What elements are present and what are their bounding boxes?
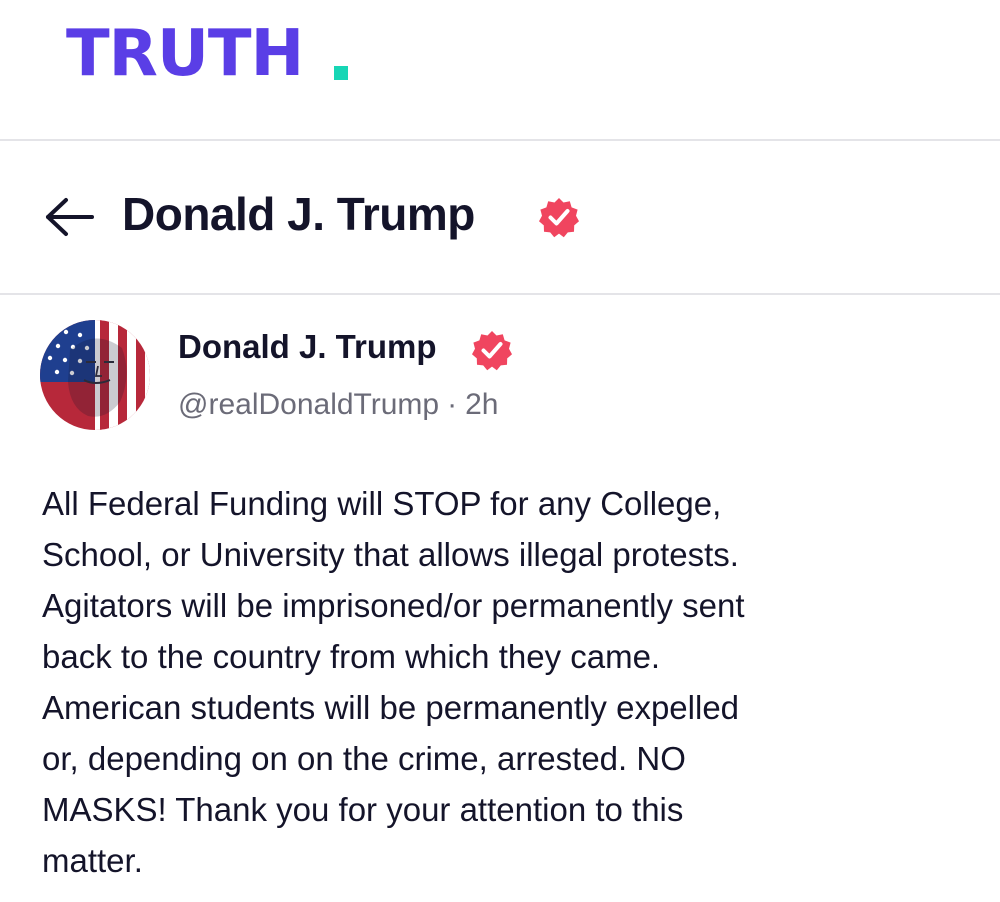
brand-bar: TRUTH — [0, 0, 1000, 139]
flag-portrait-avatar[interactable] — [40, 320, 150, 430]
post-text-line: American students will be permanently ex… — [42, 689, 740, 726]
truth-logo-dot — [334, 66, 348, 80]
verified-badge-icon — [539, 198, 579, 238]
meta-separator: · — [447, 388, 458, 421]
post-text-line: All Federal Funding will STOP for any Co… — [42, 485, 722, 522]
post[interactable]: Donald J. Trump @realDonaldTrump · 2h All … — [0, 295, 1000, 902]
avatar-image — [40, 320, 150, 430]
truth-social-screen: TRUTH Donald J. Trump Donald J. Trump @r… — [0, 0, 1000, 902]
author-handle[interactable]: @realDonaldTrump — [178, 388, 439, 421]
page-title: Donald J. Trump — [122, 188, 475, 240]
post-text-line: or, depending on on the crime, arrested.… — [42, 740, 686, 777]
post-meta: @realDonaldTrump · 2h — [178, 388, 498, 422]
profile-header: Donald J. Trump — [0, 141, 1000, 294]
truth-logo[interactable]: TRUTH — [66, 22, 304, 86]
arrow-left-icon[interactable] — [44, 197, 96, 237]
author-name[interactable]: Donald J. Trump — [178, 328, 437, 366]
post-text-line: matter. — [42, 842, 143, 879]
verified-badge-icon — [472, 331, 512, 371]
post-text-line: Agitators will be imprisoned/or permanen… — [42, 587, 745, 624]
post-body: All Federal Funding will STOP for any Co… — [42, 478, 962, 886]
post-text-line: back to the country from which they came… — [42, 638, 661, 675]
post-text-line: School, or University that allows illega… — [42, 536, 739, 573]
post-timestamp[interactable]: 2h — [465, 388, 498, 421]
post-text-line: MASKS! Thank you for your attention to t… — [42, 791, 684, 828]
